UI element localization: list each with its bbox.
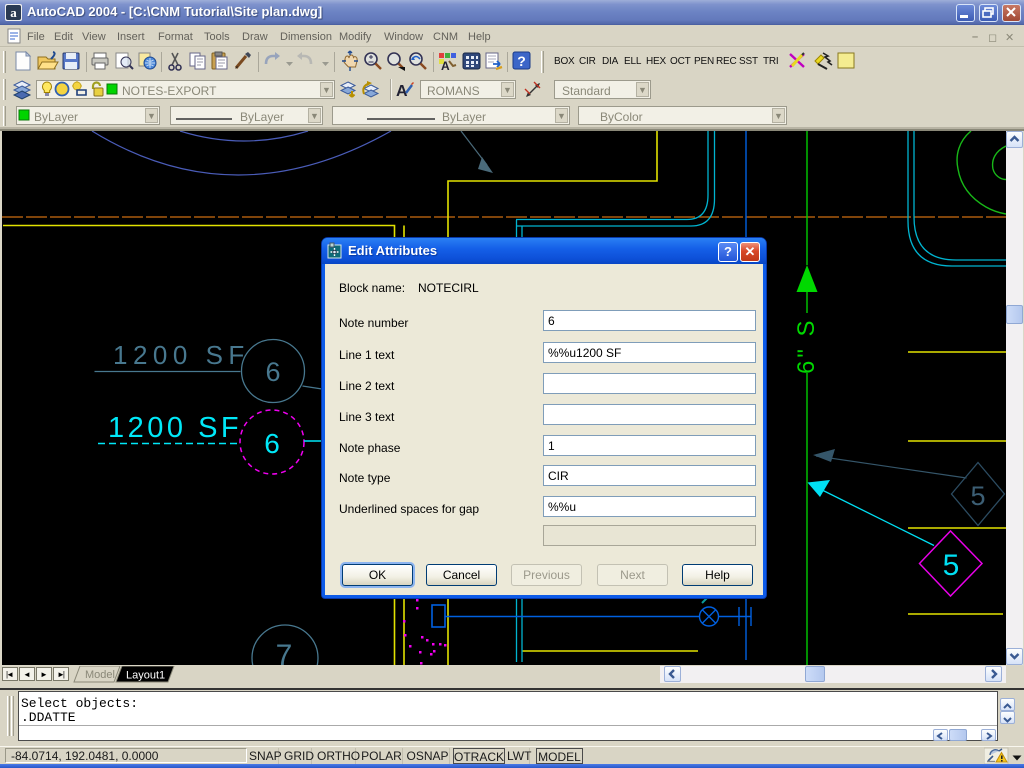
svg-text:a: a (10, 5, 17, 20)
svg-text:Model: Model (85, 669, 115, 681)
svg-text:6" S: 6" S (793, 317, 820, 374)
svg-text:5: 5 (943, 549, 960, 582)
svg-text:1200 SF: 1200 SF (108, 412, 242, 444)
svg-text:5: 5 (970, 481, 985, 511)
svg-text:6: 6 (264, 428, 280, 459)
svg-text:7: 7 (276, 639, 293, 665)
svg-text:?: ? (517, 53, 526, 69)
svg-text:1200 SF: 1200 SF (113, 340, 250, 370)
svg-text:A: A (441, 59, 450, 73)
svg-text:6: 6 (265, 357, 280, 387)
svg-text:Layout1: Layout1 (126, 670, 165, 682)
